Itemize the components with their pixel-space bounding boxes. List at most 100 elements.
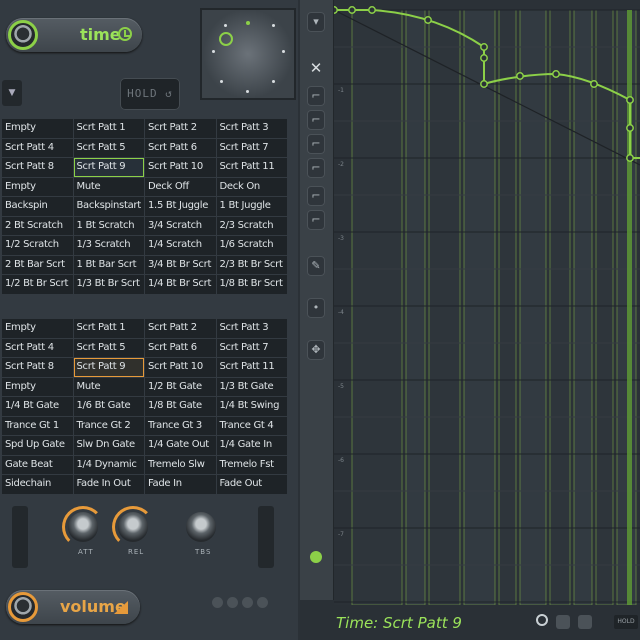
pattern-cell[interactable]: 1 Bt Juggle xyxy=(216,197,287,216)
pattern-cell[interactable]: 2/3 Bt Br Scrt xyxy=(216,255,287,274)
pattern-cell[interactable]: 1/3 Bt Br Scrt xyxy=(73,275,144,294)
pattern-cell[interactable]: Mute xyxy=(73,377,144,396)
pattern-cell[interactable]: Scrt Patt 4 xyxy=(2,338,73,357)
slide-icon[interactable] xyxy=(578,615,592,629)
envelope-point[interactable] xyxy=(590,80,598,88)
pattern-cell[interactable]: Scrt Patt 1 xyxy=(73,119,144,138)
pattern-cell[interactable]: 1/2 Bt Br Scrt xyxy=(2,275,73,294)
pattern-cell[interactable]: Scrt Patt 1 xyxy=(73,319,144,338)
envelope-point[interactable] xyxy=(552,70,560,78)
step-tool[interactable]: ⌐ xyxy=(307,210,325,230)
pattern-cell[interactable]: 1/4 Bt Br Scrt xyxy=(145,275,216,294)
pattern-cell[interactable]: Fade In xyxy=(145,475,216,494)
collapse-button[interactable]: ▾ xyxy=(307,12,325,32)
pattern-cell[interactable]: 1/4 Bt Gate xyxy=(2,397,73,416)
pattern-cell[interactable]: Fade In Out xyxy=(73,475,144,494)
hold-small-button[interactable]: HOLD xyxy=(614,615,638,629)
pattern-cell[interactable]: Backspin xyxy=(2,197,73,216)
pattern-cell[interactable]: 1/3 Scratch xyxy=(73,236,144,255)
pattern-cell[interactable]: Scrt Patt 5 xyxy=(73,338,144,357)
tbs-knob[interactable] xyxy=(186,512,216,542)
envelope-point[interactable] xyxy=(480,43,488,51)
pattern-cell[interactable]: 3/4 Scratch xyxy=(145,216,216,235)
pattern-cell[interactable]: Trance Gt 1 xyxy=(2,416,73,435)
pattern-cell[interactable]: Scrt Patt 3 xyxy=(216,119,287,138)
pattern-cell[interactable]: 1/2 Scratch xyxy=(2,236,73,255)
pattern-cell[interactable]: Tremelo Fst xyxy=(216,455,287,474)
clock-tool[interactable] xyxy=(307,548,325,568)
volume-section-button[interactable]: volume xyxy=(6,590,140,624)
pattern-cell[interactable]: Scrt Patt 3 xyxy=(216,319,287,338)
pattern-cell[interactable]: Scrt Patt 6 xyxy=(145,138,216,157)
pattern-cell[interactable]: Empty xyxy=(2,319,73,338)
volume-knob[interactable] xyxy=(8,592,38,622)
envelope-svg[interactable]: -1 -2 -3 -4 -5 -6 -7 xyxy=(334,0,640,605)
pattern-cell[interactable]: Gate Beat xyxy=(2,455,73,474)
time-section-button[interactable]: time xyxy=(6,18,142,52)
envelope-point[interactable] xyxy=(626,96,634,104)
snap-icon[interactable] xyxy=(556,615,570,629)
pattern-cell[interactable]: 1 Bt Scratch xyxy=(73,216,144,235)
pattern-cell[interactable]: Scrt Patt 9 xyxy=(73,158,144,177)
pattern-cell[interactable]: Slw Dn Gate xyxy=(73,436,144,455)
pattern-cell[interactable]: Scrt Patt 2 xyxy=(145,119,216,138)
pattern-cell[interactable]: Deck On xyxy=(216,177,287,196)
pattern-cell[interactable]: 1 Bt Bar Scrt xyxy=(73,255,144,274)
arrow-down-button[interactable]: ▼ xyxy=(2,80,22,106)
envelope-point[interactable] xyxy=(368,6,376,14)
pattern-cell[interactable]: Backspinstart xyxy=(73,197,144,216)
xy-cursor[interactable] xyxy=(219,32,233,46)
pattern-cell[interactable]: 1/4 Gate In xyxy=(216,436,287,455)
pattern-cell[interactable]: 1/6 Bt Gate xyxy=(73,397,144,416)
pattern-cell[interactable]: Scrt Patt 2 xyxy=(145,319,216,338)
envelope-point[interactable] xyxy=(516,72,524,80)
pattern-cell[interactable]: Scrt Patt 11 xyxy=(216,158,287,177)
pattern-cell[interactable]: Scrt Patt 7 xyxy=(216,338,287,357)
pattern-cell[interactable]: 1.5 Bt Juggle xyxy=(145,197,216,216)
envelope-point[interactable] xyxy=(626,154,634,162)
pattern-cell[interactable]: 3/4 Bt Br Scrt xyxy=(145,255,216,274)
pattern-cell[interactable]: Scrt Patt 5 xyxy=(73,138,144,157)
pattern-cell[interactable]: 1/8 Bt Br Scrt xyxy=(216,275,287,294)
pattern-cell[interactable]: Scrt Patt 7 xyxy=(216,138,287,157)
att-knob[interactable] xyxy=(68,512,98,542)
pattern-cell[interactable]: Scrt Patt 4 xyxy=(2,138,73,157)
pattern-cell[interactable]: Mute xyxy=(73,177,144,196)
pattern-cell[interactable]: Scrt Patt 10 xyxy=(145,358,216,377)
hold-button[interactable]: HOLD ↺ xyxy=(120,78,180,110)
pattern-cell[interactable]: Empty xyxy=(2,177,73,196)
pattern-cell[interactable]: 2 Bt Scratch xyxy=(2,216,73,235)
step-tool[interactable]: ⌐ xyxy=(307,134,325,154)
pattern-cell[interactable]: Trance Gt 3 xyxy=(145,416,216,435)
envelope-point[interactable] xyxy=(480,80,488,88)
pattern-cell[interactable]: Deck Off xyxy=(145,177,216,196)
pattern-cell[interactable]: 1/3 Bt Gate xyxy=(216,377,287,396)
step-tool[interactable]: ⌐ xyxy=(307,86,325,106)
pattern-cell[interactable]: 2/3 Scratch xyxy=(216,216,287,235)
envelope-point[interactable] xyxy=(348,6,356,14)
pattern-cell[interactable]: Scrt Patt 11 xyxy=(216,358,287,377)
xy-pad[interactable] xyxy=(200,8,296,100)
pattern-cell[interactable]: Tremelo Slw xyxy=(145,455,216,474)
pattern-cell[interactable]: Scrt Patt 8 xyxy=(2,158,73,177)
pin-icon[interactable] xyxy=(536,614,548,626)
pattern-cell[interactable]: 1/6 Scratch xyxy=(216,236,287,255)
pattern-cell[interactable]: Scrt Patt 10 xyxy=(145,158,216,177)
envelope-graph[interactable]: -1 -2 -3 -4 -5 -6 -7 xyxy=(334,0,640,605)
pattern-cell[interactable]: Scrt Patt 9 xyxy=(73,358,144,377)
pattern-cell[interactable]: Sidechain xyxy=(2,475,73,494)
pattern-cell[interactable]: Spd Up Gate xyxy=(2,436,73,455)
move-tool[interactable]: ✥ xyxy=(307,340,325,360)
pattern-cell[interactable]: Scrt Patt 8 xyxy=(2,358,73,377)
envelope-point[interactable] xyxy=(480,54,488,62)
envelope-point[interactable] xyxy=(334,6,338,14)
envelope-point[interactable] xyxy=(424,16,432,24)
pattern-cell[interactable]: 1/2 Bt Gate xyxy=(145,377,216,396)
time-knob[interactable] xyxy=(8,20,38,50)
pattern-cell[interactable]: Empty xyxy=(2,377,73,396)
step-tool[interactable]: ⌐ xyxy=(307,110,325,130)
rel-knob[interactable] xyxy=(118,512,148,542)
draw-tool[interactable]: ✎ xyxy=(307,256,325,276)
pattern-cell[interactable]: Trance Gt 2 xyxy=(73,416,144,435)
step-tool[interactable]: ⌐ xyxy=(307,186,325,206)
